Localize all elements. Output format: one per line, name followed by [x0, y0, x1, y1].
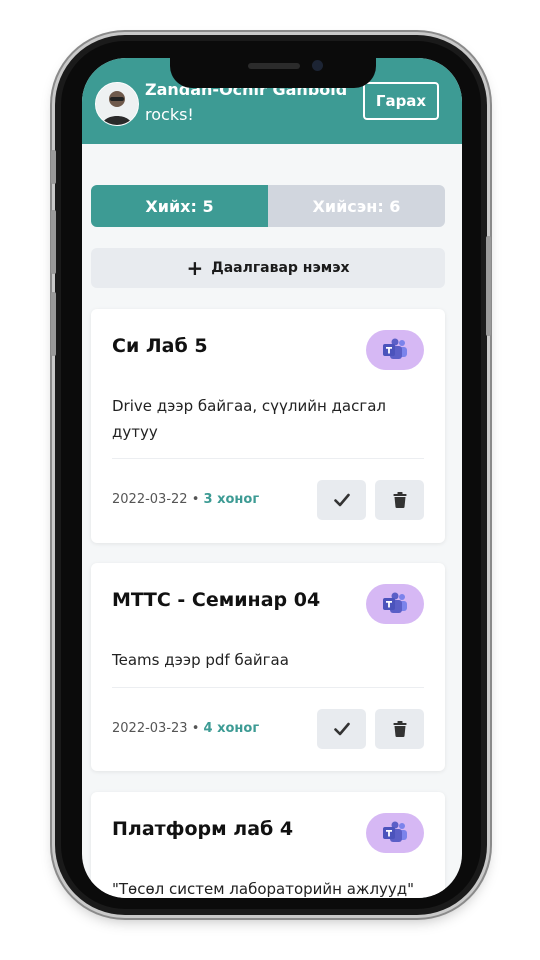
delete-button[interactable] [375, 709, 424, 749]
phone-side-button [51, 150, 56, 184]
task-description: "Төсөл систем лабораторийн ажлууд" [112, 880, 415, 898]
delete-button[interactable] [375, 480, 424, 520]
task-description: Teams дээр pdf байгаа [112, 651, 289, 669]
task-date: 2022-03-22 [112, 492, 188, 507]
task-title: Си Лаб 5 [112, 335, 208, 357]
bullet-separator: • [191, 721, 204, 736]
trash-icon [393, 721, 406, 737]
card-divider [112, 458, 424, 459]
plus-icon: + [186, 256, 204, 280]
add-task-label: Даалгавар нэмэх [211, 260, 350, 276]
app-screen: Zandan-Ochir Ganbold rocks! Гарах Хийх: … [82, 58, 462, 898]
check-icon [333, 493, 350, 507]
task-tabs: Хийх: 5 Хийсэн: 6 [91, 185, 445, 227]
task-title: МТТС - Семинар 04 [112, 589, 321, 611]
speaker-grille [248, 63, 300, 69]
task-days-left: 4 хоног [203, 721, 260, 736]
check-icon [333, 722, 350, 736]
task-due: 2022-03-22 • 3 хоног [112, 492, 259, 507]
task-card: Платформ лаб 4 "Төсөл систем лабораторий… [91, 792, 445, 898]
phone-volume-up [51, 210, 56, 274]
task-card: МТТС - Семинар 04 Teams дээр pdf байгаа … [91, 563, 445, 771]
trash-icon [393, 492, 406, 508]
task-card: Си Лаб 5 Drive дээр байгаа, сүүлийн дасг… [91, 309, 445, 543]
tab-todo[interactable]: Хийх: 5 [91, 185, 268, 227]
task-description: Drive дээр байгаа, сүүлийн дасгал дутуу [112, 397, 387, 441]
phone-notch [170, 52, 376, 88]
complete-button[interactable] [317, 480, 366, 520]
task-days-left: 3 хоног [203, 492, 260, 507]
complete-button[interactable] [317, 709, 366, 749]
bullet-separator: • [191, 492, 204, 507]
avatar[interactable] [95, 82, 139, 126]
teams-icon[interactable] [366, 330, 424, 370]
task-due: 2022-03-23 • 4 хоног [112, 721, 259, 736]
logout-button[interactable]: Гарах [363, 82, 439, 120]
user-subtitle: rocks! [145, 105, 194, 124]
front-camera [312, 60, 323, 71]
tab-done[interactable]: Хийсэн: 6 [268, 185, 445, 227]
phone-volume-down [51, 292, 56, 356]
task-title: Платформ лаб 4 [112, 818, 294, 840]
card-divider [112, 687, 424, 688]
teams-icon[interactable] [366, 813, 424, 853]
teams-icon[interactable] [366, 584, 424, 624]
phone-power-button [486, 236, 491, 336]
add-task-button[interactable]: + Даалгавар нэмэх [91, 248, 445, 288]
task-date: 2022-03-23 [112, 721, 188, 736]
